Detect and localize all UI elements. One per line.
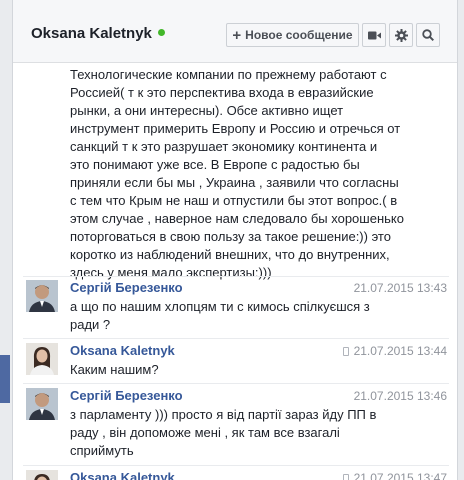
avatar[interactable] [26,470,58,480]
online-status-icon [157,28,165,36]
sender-name[interactable]: Oksana Kaletnyk [70,470,175,480]
message-timestamp-text: 21.07.2015 13:47 [353,471,447,480]
new-message-button[interactable]: + Новое сообщение [226,23,359,47]
message-divider [23,465,449,466]
sender-name[interactable]: Сергій Березенко [70,388,183,403]
chat-header: Oksana Kaletnyk + Новое сообщение [13,0,457,63]
message-text: Каким нашим? [70,362,159,377]
page-background [0,0,10,480]
conversation-title[interactable]: Oksana Kaletnyk [31,25,165,42]
message-divider [23,338,449,339]
message-timestamp: 21.07.2015 13:44 [342,344,447,358]
message-text: Технологические компании по прежнему раб… [70,67,404,280]
search-button[interactable] [416,23,440,47]
message-timestamp: 21.07.2015 13:46 [353,389,447,403]
sender-name[interactable]: Сергій Березенко [70,280,183,295]
new-message-label: Новое сообщение [245,28,353,42]
settings-button[interactable] [389,23,413,47]
video-icon [367,31,381,39]
message-timestamp-text: 21.07.2015 13:44 [353,344,447,358]
video-call-button[interactable] [362,23,386,47]
chat-window: Oksana Kaletnyk + Новое сообщение Технол… [12,0,458,480]
mobile-icon [342,474,349,480]
message-thread[interactable]: Технологические компании по прежнему раб… [13,64,457,480]
mobile-icon [342,347,349,356]
message-divider [23,276,449,277]
message-timestamp: 21.07.2015 13:47 [342,471,447,480]
avatar[interactable] [26,388,58,420]
message-text: з парламенту ))) просто я від партії зар… [70,407,377,458]
message-timestamp: 21.07.2015 13:43 [353,281,447,295]
message-divider [23,383,449,384]
gear-icon [394,28,408,42]
background-panel-strip [0,355,10,403]
sender-name[interactable]: Oksana Kaletnyk [70,343,175,358]
message-text: а що по нашим хлопцям ти с кимось спілку… [70,299,370,332]
avatar[interactable] [26,343,58,375]
conversation-title-text[interactable]: Oksana Kaletnyk [31,25,152,42]
plus-icon: + [232,26,242,44]
avatar[interactable] [26,280,58,312]
search-icon [422,29,434,41]
